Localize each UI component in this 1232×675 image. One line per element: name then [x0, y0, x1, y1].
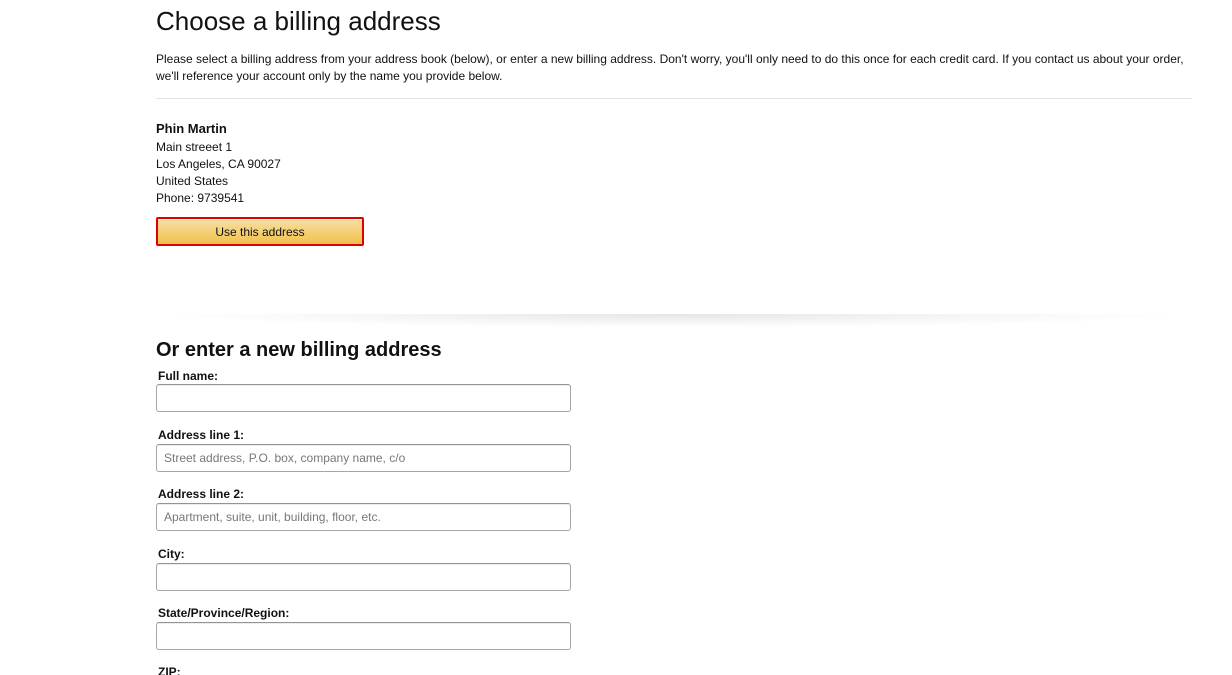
use-this-address-label: Use this address	[215, 224, 305, 239]
intro-text: Please select a billing address from you…	[156, 52, 1184, 83]
section-divider	[156, 98, 1192, 99]
address-line-1-input[interactable]	[156, 444, 571, 472]
address-street: Main streeet 1	[156, 140, 233, 154]
full-name-input[interactable]	[156, 384, 571, 412]
page-title: Choose a billing address	[156, 6, 441, 36]
zip-label: ZIP:	[158, 665, 181, 675]
billing-address-page: Choose a billing address Please select a…	[0, 0, 1232, 675]
city-input[interactable]	[156, 563, 571, 591]
city-label: City:	[158, 547, 185, 561]
address-line-2-label: Address line 2:	[158, 487, 245, 501]
address-line-2-input[interactable]	[156, 503, 571, 531]
state-input[interactable]	[156, 622, 571, 650]
address-name: Phin Martin	[156, 121, 227, 136]
shadow-divider	[156, 314, 1192, 328]
address-country: United States	[156, 174, 229, 188]
address-line-1-label: Address line 1:	[158, 428, 245, 442]
new-address-heading: Or enter a new billing address	[156, 339, 442, 361]
address-phone: Phone: 9739541	[156, 191, 245, 205]
use-this-address-button[interactable]: Use this address	[156, 217, 364, 246]
address-city-line: Los Angeles, CA 90027	[156, 157, 281, 171]
full-name-label: Full name:	[158, 369, 219, 383]
state-label: State/Province/Region:	[158, 606, 290, 620]
